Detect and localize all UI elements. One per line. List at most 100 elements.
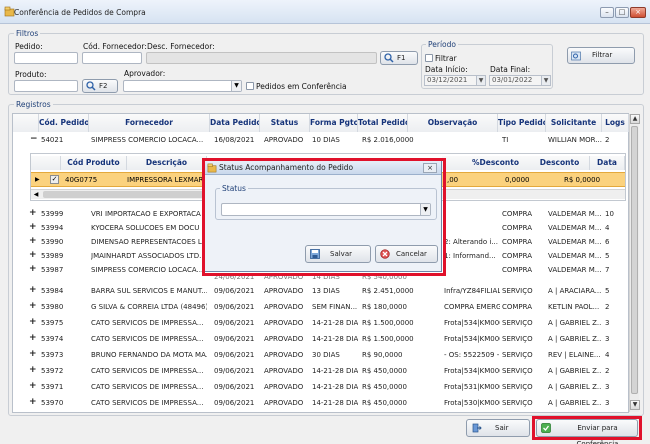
expand-icon[interactable]: +: [29, 333, 37, 343]
expand-icon[interactable]: +: [29, 236, 37, 246]
filtrar-check-label: Filtrar: [435, 54, 457, 63]
desc-fornecedor-input[interactable]: [146, 52, 377, 64]
cell-tipo: COMPRA: [502, 210, 533, 218]
pedidos-conferencia-checkbox[interactable]: [246, 82, 254, 90]
f1-button[interactable]: F1: [380, 51, 418, 65]
close-button[interactable]: ×: [630, 7, 646, 18]
cell-obs: Frota|534|KM0000| PLOTA...: [444, 367, 500, 375]
minimize-button[interactable]: –: [600, 7, 614, 18]
expand-icon[interactable]: +: [29, 397, 37, 407]
table-row[interactable]: − 54021 SIMPRESS COMERCIO LOCACA... 16/0…: [24, 133, 624, 147]
pedido-input[interactable]: [14, 52, 78, 64]
expand-icon[interactable]: +: [29, 250, 37, 260]
f2-button[interactable]: F2: [82, 79, 118, 93]
cod-fornecedor-input[interactable]: [82, 52, 142, 64]
cell-total: R$ 2.451,0000: [362, 287, 414, 295]
enviar-conferencia-button[interactable]: Enviar para Conferência: [536, 419, 638, 444]
cancelar-button[interactable]: Cancelar: [375, 245, 438, 263]
expand-icon[interactable]: +: [29, 349, 37, 359]
scroll-left-icon[interactable]: ◀: [31, 190, 41, 199]
cell-tipo: COMPRA: [502, 224, 533, 232]
table-row[interactable]: +53984 BARRA SUL SERVICOS E MANUT... 09/06…: [24, 284, 624, 298]
table-row[interactable]: +53974 CATO SERVICOS DE IMPRESSA... 09/06/…: [24, 332, 624, 346]
expand-icon[interactable]: +: [29, 365, 37, 375]
subcol-desconto-pct[interactable]: %Desconto: [442, 156, 542, 170]
produto-label: Produto:: [15, 70, 47, 79]
aprovador-select[interactable]: ▼: [123, 80, 242, 92]
dialog-close-button[interactable]: ×: [423, 163, 437, 173]
expand-icon[interactable]: +: [29, 381, 37, 391]
cell-solicitante: A | GABRIEL Z...: [548, 399, 602, 407]
cell-solicitante: VALDEMAR M...: [548, 252, 602, 260]
filtrar-button[interactable]: Filtrar: [567, 47, 635, 64]
data-final-picker[interactable]: 03/01/2022 ▼: [489, 75, 551, 86]
sub-grid-scroll-thumb[interactable]: [43, 191, 203, 198]
filtrar-checkbox[interactable]: [425, 54, 433, 62]
cell-codigo: 53973: [41, 351, 64, 359]
col-tipo-pedido[interactable]: Tipo Pedido: [498, 114, 546, 132]
col-data-pedido[interactable]: Data Pedido: [210, 114, 260, 132]
cell-fornecedor: CATO SERVICOS DE IMPRESSA...: [91, 367, 204, 375]
cell-solicitante: A | GABRIEL Z...: [548, 335, 602, 343]
cell-data: 09/06/2021: [214, 319, 255, 327]
status-select[interactable]: ▼: [221, 203, 431, 216]
col-fornecedor[interactable]: Fornecedor: [89, 114, 210, 132]
table-row[interactable]: +53970 CATO SERVICOS DE IMPRESSA... 09/06/…: [24, 396, 624, 410]
cell-data: 09/06/2021: [214, 351, 255, 359]
cell-forma: 10 DIAS: [312, 136, 340, 144]
table-row[interactable]: +53971 CATO SERVICOS DE IMPRESSA... 09/06/…: [24, 380, 624, 394]
maximize-button[interactable]: □: [615, 7, 629, 18]
subcol-desconto[interactable]: Desconto: [530, 156, 590, 170]
scroll-up-icon[interactable]: ▲: [630, 114, 640, 124]
aprovador-label: Aprovador:: [124, 69, 166, 78]
cell-forma: 14-21-28 DIA...: [312, 319, 358, 327]
expand-icon[interactable]: +: [29, 208, 37, 218]
cell-forma: 14 DIAS: [312, 273, 340, 281]
row-checkbox[interactable]: ✓: [50, 175, 59, 184]
col-status[interactable]: Status: [260, 114, 310, 132]
col-forma-pgto[interactable]: Forma Pgto: [310, 114, 358, 132]
expand-icon[interactable]: +: [29, 317, 37, 327]
cell-fornecedor: SIMPRESS COMERCIO LOCACA...: [91, 136, 204, 144]
sair-button[interactable]: Sair: [466, 419, 530, 437]
sub-cell-valor: ,00: [447, 176, 459, 184]
col-observacao[interactable]: Observação: [408, 114, 498, 132]
cell-solicitante: A | GABRIEL Z...: [548, 367, 602, 375]
expand-icon[interactable]: +: [29, 222, 37, 232]
cell-codigo: 53980: [41, 303, 64, 311]
subcol-descricao[interactable]: Descrição: [127, 156, 207, 170]
col-solicitante[interactable]: Solicitante: [546, 114, 602, 132]
cell-obs: 2: Alterando i...: [444, 238, 498, 246]
chevron-down-icon[interactable]: ▼: [541, 76, 550, 85]
col-cod-pedido[interactable]: Cód. Pedido: [39, 114, 89, 132]
cell-solicitante: VALDEMAR M...: [548, 238, 602, 246]
data-inicio-picker[interactable]: 03/12/2021 ▼: [424, 75, 486, 86]
expand-icon[interactable]: +: [29, 285, 37, 295]
grid-vscrollbar[interactable]: ▲ ▼: [629, 114, 640, 412]
grid-scroll-thumb[interactable]: [631, 126, 638, 394]
expand-icon[interactable]: +: [29, 301, 37, 311]
salvar-button[interactable]: Salvar: [305, 245, 371, 263]
produto-input[interactable]: [14, 80, 78, 92]
cell-fornecedor: BRUNO FERNANDO DA MOTA MA...: [91, 351, 207, 359]
col-total-pedido[interactable]: Total Pedido: [358, 114, 408, 132]
table-row[interactable]: +53972 CATO SERVICOS DE IMPRESSA... 09/06/…: [24, 364, 624, 378]
cell-tipo: SERVIÇO: [502, 351, 533, 359]
scroll-down-icon[interactable]: ▼: [630, 400, 640, 410]
cell-status: APROVADO: [264, 136, 304, 144]
cancel-icon: [380, 249, 390, 259]
subcol-data[interactable]: Data: [590, 156, 625, 170]
cell-logs: 10: [605, 210, 614, 218]
cell-codigo: 53972: [41, 367, 64, 375]
table-row[interactable]: +53975 CATO SERVICOS DE IMPRESSA... 09/06/…: [24, 316, 624, 330]
col-logs[interactable]: Logs: [602, 114, 629, 132]
collapse-icon[interactable]: −: [30, 134, 38, 144]
chevron-down-icon[interactable]: ▼: [476, 76, 485, 85]
subcol-cod-produto[interactable]: Cód Produto: [61, 156, 127, 170]
cell-obs: 1: Informand...: [444, 252, 496, 260]
cell-solicitante: WILLIAN MOR...: [548, 136, 602, 144]
cell-obs: Frota|530|KM0000| PLOTA...: [444, 399, 500, 407]
cell-forma: 14-21-28 DIA...: [312, 383, 358, 391]
table-row[interactable]: +53973 BRUNO FERNANDO DA MOTA MA... 09/06/…: [24, 348, 624, 362]
table-row[interactable]: +53980 G SILVA & CORREIA LTDA (48496) 09/0…: [24, 300, 624, 314]
